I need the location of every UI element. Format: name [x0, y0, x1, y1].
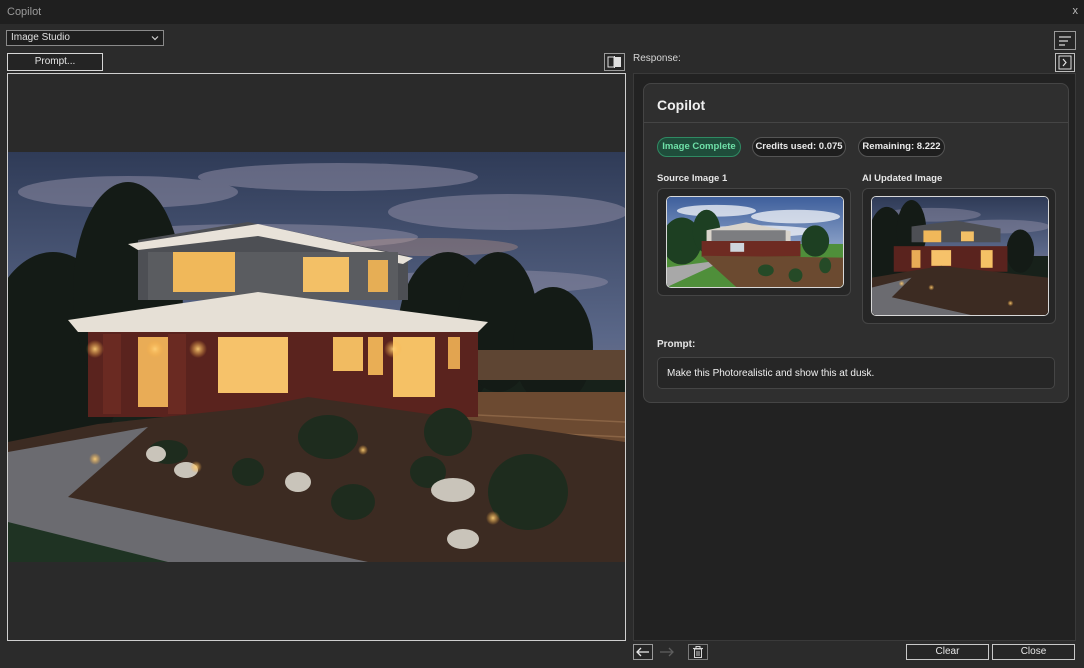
- close-button[interactable]: Close: [992, 644, 1075, 660]
- status-badge: Image Complete: [657, 137, 741, 157]
- source-image-label: Source Image 1: [657, 173, 728, 184]
- window-close-button[interactable]: x: [1073, 5, 1079, 17]
- image-canvas[interactable]: [7, 73, 626, 641]
- mode-select-value: Image Studio: [11, 32, 70, 43]
- window-title: Copilot: [7, 6, 42, 18]
- forward-button[interactable]: [657, 644, 677, 660]
- arrow-left-icon: [636, 647, 649, 657]
- copilot-card-title: Copilot: [657, 97, 706, 113]
- remaining-credits-badge: Remaining: 8.222: [858, 137, 945, 157]
- expand-panel-button[interactable]: [1055, 53, 1075, 72]
- source-image-card[interactable]: [657, 188, 851, 296]
- rendered-house-image: [8, 152, 625, 562]
- mode-select[interactable]: Image Studio: [6, 30, 164, 46]
- prompt-text: Make this Photorealistic and show this a…: [667, 368, 875, 379]
- response-label: Response:: [633, 53, 681, 64]
- compare-icon: [607, 56, 621, 68]
- delete-button[interactable]: [688, 644, 708, 660]
- updated-image-thumbnail[interactable]: [871, 196, 1049, 316]
- expand-panel-icon: [1058, 55, 1072, 70]
- source-image-thumbnail[interactable]: [666, 196, 844, 288]
- credits-used-badge: Credits used: 0.075: [752, 137, 846, 157]
- updated-image-card[interactable]: [862, 188, 1056, 324]
- back-button[interactable]: [633, 644, 653, 660]
- clear-button[interactable]: Clear: [906, 644, 989, 660]
- prompt-label: Prompt:: [657, 339, 696, 350]
- arrow-right-icon: [660, 647, 674, 657]
- updated-image-label: AI Updated Image: [862, 173, 943, 184]
- copilot-card: Copilot Image Complete Credits used: 0.0…: [643, 83, 1069, 403]
- prompt-text-box: Make this Photorealistic and show this a…: [657, 357, 1055, 389]
- response-panel: Copilot Image Complete Credits used: 0.0…: [633, 73, 1076, 641]
- compare-button[interactable]: [604, 53, 625, 71]
- menu-icon: [1059, 36, 1071, 46]
- title-bar: Copilot x: [0, 0, 1084, 24]
- trash-icon: [693, 646, 703, 658]
- menu-button[interactable]: [1054, 31, 1076, 50]
- card-divider: [644, 122, 1068, 123]
- source-image-graphic: [667, 197, 843, 287]
- prompt-button[interactable]: Prompt...: [7, 53, 103, 71]
- chevron-down-icon: [151, 36, 159, 41]
- updated-image-graphic: [872, 197, 1048, 315]
